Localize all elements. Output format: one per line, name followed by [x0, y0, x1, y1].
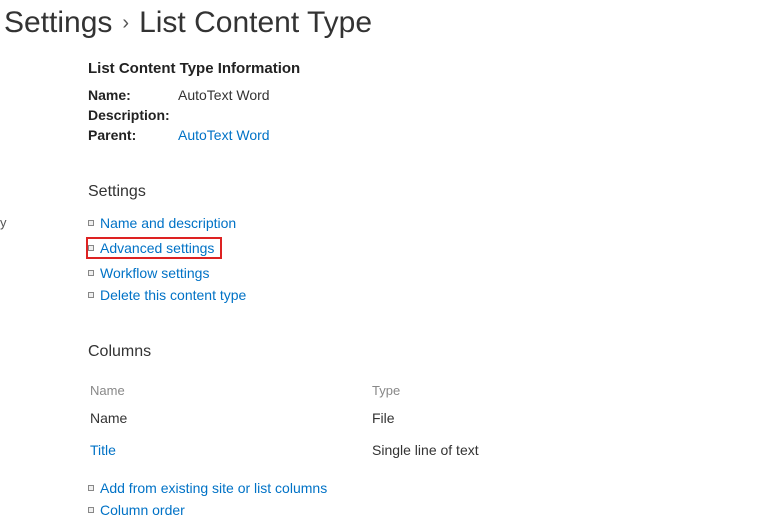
- breadcrumb-current: List Content Type: [139, 6, 372, 40]
- table-row: Name File: [90, 406, 646, 436]
- bullet-icon: [88, 485, 94, 491]
- info-parent-link[interactable]: AutoText Word: [178, 127, 270, 143]
- breadcrumb-parent[interactable]: Settings: [4, 6, 112, 40]
- columns-link-list: Add from existing site or list columns C…: [88, 480, 772, 518]
- bullet-icon: [88, 270, 94, 276]
- breadcrumb: Settings › List Content Type: [0, 0, 772, 60]
- highlight-box: Advanced settings: [86, 237, 222, 259]
- bullet-icon: [88, 220, 94, 226]
- list-item: Delete this content type: [88, 287, 772, 303]
- settings-link-delete[interactable]: Delete this content type: [100, 287, 246, 303]
- list-item: Workflow settings: [88, 265, 772, 281]
- chevron-right-icon: ›: [120, 12, 131, 35]
- columns-header-name: Name: [90, 377, 370, 404]
- column-name-cell: Name: [90, 406, 370, 436]
- columns-link-add-existing[interactable]: Add from existing site or list columns: [100, 480, 327, 496]
- bullet-icon: [88, 292, 94, 298]
- columns-heading: Columns: [88, 343, 772, 361]
- list-item: Column order: [88, 502, 772, 518]
- column-type-cell: Single line of text: [372, 438, 646, 468]
- settings-link-workflow[interactable]: Workflow settings: [100, 265, 209, 281]
- settings-link-name-description[interactable]: Name and description: [100, 215, 236, 231]
- columns-table: Name Type Name File Title Single line of…: [88, 375, 648, 470]
- columns-header-type: Type: [372, 377, 646, 404]
- columns-link-column-order[interactable]: Column order: [100, 502, 185, 518]
- table-row: Title Single line of text: [90, 438, 646, 468]
- info-parent-label: Parent:: [88, 127, 178, 143]
- info-description-label: Description:: [88, 107, 178, 123]
- column-type-cell: File: [372, 406, 646, 436]
- column-name-link[interactable]: Title: [90, 442, 116, 458]
- list-item: Add from existing site or list columns: [88, 480, 772, 496]
- list-item: Name and description: [88, 215, 772, 231]
- bullet-icon: [88, 245, 94, 251]
- settings-heading: Settings: [88, 183, 772, 201]
- info-name-label: Name:: [88, 87, 178, 103]
- settings-link-advanced[interactable]: Advanced settings: [100, 240, 214, 256]
- partial-side-text: y: [0, 215, 7, 230]
- info-name-value: AutoText Word: [178, 87, 270, 103]
- settings-link-list: Name and description Advanced settings W…: [88, 215, 772, 303]
- bullet-icon: [88, 507, 94, 513]
- list-item: Advanced settings: [88, 237, 772, 259]
- info-heading: List Content Type Information: [88, 60, 772, 77]
